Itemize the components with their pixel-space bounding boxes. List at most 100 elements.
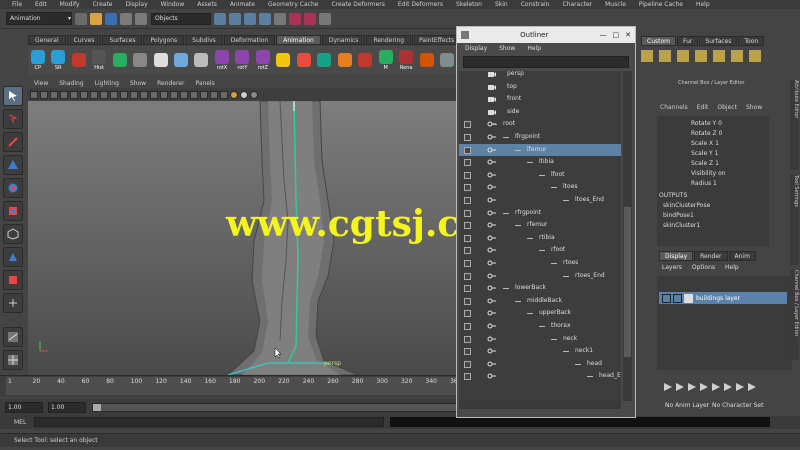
layer-menu-item[interactable]: Help: [725, 264, 739, 271]
scale-tool-icon[interactable]: [3, 201, 23, 221]
outliner-filter-field[interactable]: [463, 56, 629, 68]
menu-item[interactable]: Constrain: [521, 1, 550, 8]
field-chart-icon[interactable]: [110, 90, 118, 99]
outliner-row[interactable]: ltoes: [459, 181, 621, 194]
outliner-row[interactable]: side: [459, 106, 621, 119]
outliner-menu-item[interactable]: Display: [465, 45, 487, 52]
shelf-tab[interactable]: PaintEffects: [412, 35, 462, 45]
right-shelf-tab[interactable]: Surfaces: [699, 36, 738, 46]
snap-curve-icon[interactable]: [229, 12, 241, 25]
outliner-row[interactable]: rtoes: [459, 257, 621, 270]
anti-aliasing-icon[interactable]: [250, 90, 258, 99]
rename-icon[interactable]: Rena: [396, 48, 415, 72]
attribute-value[interactable]: 1: [715, 160, 719, 167]
outliner-row[interactable]: rfoot: [459, 244, 621, 257]
curve-icon[interactable]: [151, 48, 170, 72]
expand-toggle-icon[interactable]: [464, 360, 471, 368]
xray-joints-icon[interactable]: [210, 90, 218, 99]
shelf-tab[interactable]: Subdivs: [185, 35, 223, 45]
outliner-row[interactable]: lowerBack: [459, 282, 621, 295]
shelf-tab[interactable]: Rendering: [366, 35, 412, 45]
playback-start-field[interactable]: 1.00: [48, 401, 86, 413]
outliner-row[interactable]: lfemur: [459, 143, 621, 157]
cp-icon[interactable]: CP: [28, 48, 47, 72]
expand-toggle-icon[interactable]: [464, 335, 471, 343]
ambient-occlusion-icon[interactable]: [230, 90, 238, 99]
right-shelf-tab[interactable]: Toon: [738, 36, 765, 46]
expand-toggle-icon[interactable]: [464, 247, 471, 255]
panel-menu-item[interactable]: Shading: [59, 80, 83, 87]
menu-item[interactable]: Skin: [495, 1, 508, 8]
outliner-row[interactable]: rtibia: [459, 232, 621, 245]
rotz-icon[interactable]: rotZ: [253, 48, 272, 72]
m-icon[interactable]: M: [376, 48, 395, 72]
tx-icon[interactable]: [69, 48, 88, 72]
expand-toggle-icon[interactable]: [464, 323, 471, 330]
new-scene-icon[interactable]: [75, 12, 87, 25]
outliner-row[interactable]: ltoes_End: [459, 194, 621, 207]
show-manipulator-icon[interactable]: [3, 270, 23, 290]
safe-title-icon[interactable]: [130, 90, 138, 99]
outliner-scroll-thumb[interactable]: [624, 207, 631, 357]
shelf-item-icon[interactable]: [677, 50, 689, 62]
render-icon[interactable]: [289, 12, 301, 25]
layer-tab[interactable]: Display: [659, 251, 694, 261]
menu-item[interactable]: Help: [696, 1, 710, 8]
attribute-value[interactable]: 1: [715, 140, 719, 147]
expand-toggle-icon[interactable]: [464, 297, 471, 305]
expand-toggle-icon[interactable]: [464, 272, 471, 280]
menu-item[interactable]: Create Deformers: [331, 1, 384, 8]
display-layer-row[interactable]: buildings layer: [659, 292, 787, 304]
paint-icon[interactable]: [356, 48, 375, 72]
channel-attribute[interactable]: Scale Y 1: [691, 150, 718, 157]
isolate-select-icon[interactable]: [220, 90, 228, 99]
film-gate-icon[interactable]: [80, 90, 88, 99]
motion-blur-icon[interactable]: [240, 90, 248, 99]
menu-item[interactable]: Animate: [230, 1, 255, 8]
layer-tab[interactable]: Render: [694, 251, 728, 261]
single-perspective-layout-icon[interactable]: [3, 327, 23, 347]
mode-selector[interactable]: Animation ▾: [6, 12, 72, 25]
outliner-row[interactable]: neck: [459, 333, 621, 346]
render-settings-icon[interactable]: [319, 12, 331, 25]
hist-icon[interactable]: Hist: [89, 48, 108, 72]
outliner-row[interactable]: thorax: [459, 320, 621, 333]
shelf-item-icon[interactable]: [641, 50, 653, 62]
outliner-row[interactable]: head_End: [459, 370, 621, 383]
shelf-item-icon[interactable]: [713, 50, 725, 62]
channel-menu-item[interactable]: Object: [717, 104, 737, 111]
start-time-field[interactable]: 1.00: [5, 401, 43, 413]
paint-select-tool-icon[interactable]: [3, 132, 23, 152]
image-plane-icon[interactable]: [60, 90, 68, 99]
select-tool-icon[interactable]: [3, 86, 23, 106]
xray-icon[interactable]: [200, 90, 208, 99]
anim-layer-dropdown[interactable]: No Anim Layer: [665, 402, 709, 409]
vertical-tab[interactable]: Channel Box / Layer Editor: [790, 270, 799, 360]
circle-icon[interactable]: [171, 48, 190, 72]
expand-toggle-icon[interactable]: [464, 234, 471, 242]
shelf-tab[interactable]: Animation: [276, 35, 321, 45]
channel-attribute[interactable]: Scale Z 1: [691, 160, 719, 167]
resolution-gate-icon[interactable]: [90, 90, 98, 99]
vertical-tab[interactable]: Attribute Editor: [790, 80, 799, 170]
channel-attribute[interactable]: Visibility on: [691, 170, 726, 177]
menu-item[interactable]: Pipeline Cache: [639, 1, 683, 8]
outliner-row[interactable]: head: [459, 358, 621, 371]
channel-attribute[interactable]: Scale X 1: [691, 140, 719, 147]
menu-item[interactable]: Edit Deformers: [398, 1, 443, 8]
channel-attribute[interactable]: Rotate Y 0: [691, 120, 722, 127]
maximize-icon[interactable]: □: [613, 31, 620, 39]
grid-toggle-icon[interactable]: [70, 90, 78, 99]
step-forward-icon[interactable]: [736, 383, 744, 391]
select-object-icon[interactable]: [135, 12, 147, 25]
outliner-row[interactable]: lfrgpoint: [459, 131, 621, 144]
channel-attribute[interactable]: Radius 1: [691, 180, 717, 187]
smooth-shade-icon[interactable]: [150, 90, 158, 99]
layer-visibility-icon[interactable]: [662, 293, 671, 303]
layer-menu-item[interactable]: Options: [692, 264, 715, 271]
rotx-icon[interactable]: rotX: [212, 48, 231, 72]
command-input[interactable]: [34, 417, 385, 427]
output-node[interactable]: skinCluster1: [663, 222, 700, 229]
attribute-value[interactable]: 0: [718, 120, 722, 127]
shelf-item-icon[interactable]: [695, 50, 707, 62]
